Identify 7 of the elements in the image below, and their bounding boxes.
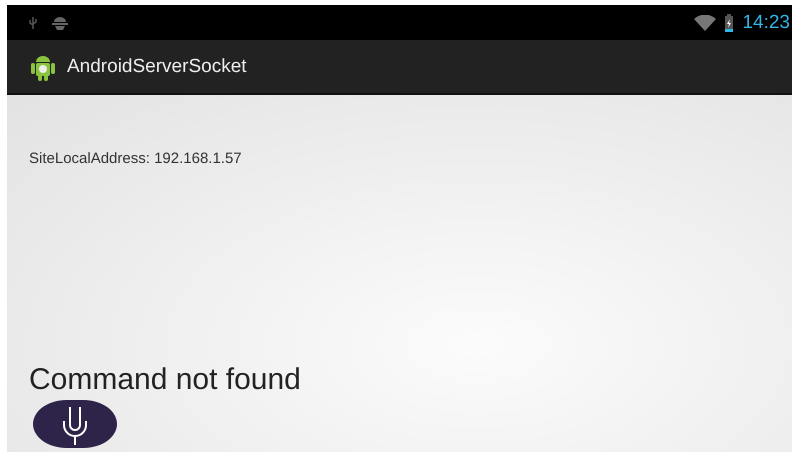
clock-time: 14:23 (742, 12, 790, 34)
app-title: AndroidServerSocket (67, 56, 247, 78)
wifi-icon (694, 14, 716, 30)
address-label: SiteLocalAddress: 192.168.1.57 (29, 150, 242, 167)
usb-icon (29, 16, 37, 30)
status-message: Command not found (29, 363, 301, 397)
battery-charging-icon (724, 14, 734, 32)
